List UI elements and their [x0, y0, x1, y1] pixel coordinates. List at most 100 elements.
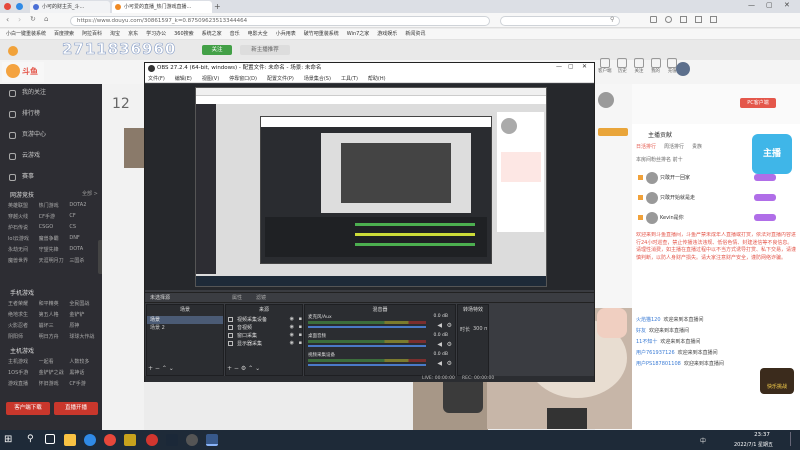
sidebar-category-link[interactable]: 三国杀 [69, 257, 100, 268]
extension-icon[interactable] [650, 16, 657, 23]
sidebar-category-link[interactable]: 全民国战 [69, 300, 100, 311]
bookmark-item[interactable]: 音乐 [230, 30, 240, 40]
source-item[interactable]: 窗口采集 ◉ ▪ [228, 332, 302, 340]
user-rank-row[interactable]: 只敢开始就是走 [636, 190, 796, 210]
scene-item[interactable]: 场景 [150, 316, 160, 323]
eye-icon[interactable]: ◉ [290, 324, 294, 330]
lock-icon[interactable]: ▪ [299, 340, 302, 346]
explorer-icon[interactable] [64, 434, 76, 446]
sidebar-item[interactable]: 页游中心 [0, 130, 102, 151]
sidebar-category-link[interactable]: 游戏直播 [8, 380, 39, 391]
history-icon[interactable] [695, 16, 702, 23]
sidebar-category-link[interactable]: 第五人格 [39, 311, 70, 322]
sidebar-item[interactable]: 云游戏 [0, 151, 102, 172]
sidebar-category-link[interactable]: CS [69, 224, 100, 235]
app-taskbar-icon[interactable] [206, 434, 218, 446]
sidebar-category-link[interactable]: DNF [69, 235, 100, 246]
sidebar-category-link[interactable]: 天涯明月刀 [39, 257, 70, 268]
obs-taskbar-icon[interactable] [186, 434, 198, 446]
scene-item[interactable]: 场景 2 [150, 324, 165, 331]
app-taskbar-icon[interactable] [146, 434, 158, 446]
header-nav-item[interactable]: 历史 [617, 58, 629, 80]
sidebar-category-link[interactable]: 崩坏三 [39, 322, 70, 333]
sidebar-category-link[interactable]: 一起看 [39, 358, 70, 369]
rank-tab[interactable]: 日活排行 [636, 143, 656, 150]
sidebar-category-link[interactable]: 原神 [69, 322, 100, 333]
filters-button[interactable]: 滤镜 [256, 294, 266, 301]
url-input[interactable]: https://www.douyu.com/30861597_k=0.87509… [70, 16, 490, 26]
sidebar-category-link[interactable]: 绝地求生 [8, 311, 39, 322]
eye-icon[interactable]: ◉ [290, 332, 294, 338]
show-desktop-button[interactable] [790, 432, 798, 446]
sidebar-item[interactable]: 我的关注 [0, 88, 102, 109]
mute-icon[interactable]: ◀ [437, 341, 442, 348]
header-nav-item[interactable]: 关注 [633, 58, 645, 80]
browser-taskbar-icon[interactable] [104, 434, 116, 446]
bookmark-item[interactable]: 360搜索 [174, 30, 194, 40]
source-item[interactable]: 音视频 ◉ ▪ [228, 324, 302, 332]
input-language[interactable]: 中 [700, 436, 706, 445]
obs-close-icon[interactable]: ✕ [582, 63, 587, 70]
sidebar-category-link[interactable]: CF手游 [69, 380, 100, 391]
minimize-icon[interactable]: — [748, 1, 755, 9]
pc-client-button[interactable]: PC客户端 [740, 98, 776, 108]
search-icon[interactable]: ⚲ [610, 16, 614, 23]
taskview-icon[interactable] [45, 434, 55, 444]
douyu-logo[interactable]: 斗鱼 [2, 62, 44, 82]
sidebar-category-link[interactable]: 金铲铲 [69, 311, 100, 322]
maximize-icon[interactable]: ▢ [766, 1, 773, 9]
source-item[interactable]: 显示器采集 ◉ ▪ [228, 340, 302, 348]
menu-icon[interactable] [710, 16, 717, 23]
sidebar-category-link[interactable]: lol云游戏 [8, 235, 39, 246]
sidebar-category-link[interactable]: 穿越火线 [8, 213, 39, 224]
scene-add-icon[interactable]: + − ⌃ ⌄ [148, 365, 174, 372]
eye-icon[interactable]: ◉ [290, 340, 294, 346]
sidebar-category-link[interactable]: 球球大作战 [69, 333, 100, 344]
obs-menu-item[interactable]: 文件(F) [148, 75, 165, 82]
bookmark-item[interactable]: 游戏娱乐 [377, 30, 397, 40]
user-rank-row[interactable]: Kevin是你 [636, 210, 796, 230]
sidebar-item[interactable]: 排行榜 [0, 109, 102, 130]
sidebar-category-link[interactable]: 和平精英 [39, 300, 70, 311]
sidebar-category-link[interactable]: 永劫无间 [8, 246, 39, 257]
volume-slider[interactable] [308, 326, 426, 328]
sidebar-category-link[interactable]: CSGO [39, 224, 70, 235]
header-nav-item[interactable]: 我的 [650, 58, 662, 80]
browser-tab-1[interactable]: 小可的财主页_斗... [30, 1, 110, 13]
lock-icon[interactable]: ▪ [299, 316, 302, 322]
bookmark-item[interactable]: Win7之家 [347, 30, 370, 40]
search-icon[interactable]: ⚲ [27, 434, 34, 444]
home-icon[interactable]: ⌂ [44, 15, 48, 23]
obs-menu-item[interactable]: 场景集合(S) [304, 75, 331, 82]
user-rank-row[interactable]: 只敢开一回家 [636, 170, 796, 190]
sidebar-category-link[interactable]: 金铲铲之战 [39, 369, 70, 380]
volume-slider[interactable] [308, 364, 426, 366]
bookmark-item[interactable]: 小兵用表 [276, 30, 296, 40]
chat-username[interactable]: 好友 [636, 328, 646, 334]
sidebar-category-link[interactable]: 阴阳师 [8, 333, 39, 344]
chat-username[interactable]: 用户PS187801108 [636, 361, 681, 367]
obs-maximize-icon[interactable]: ▢ [568, 63, 574, 70]
header-nav-item[interactable]: 客户端 [598, 58, 612, 80]
bookmark-item[interactable]: 百度搜索 [54, 30, 74, 40]
gear-icon[interactable]: ⚙ [447, 341, 452, 348]
chat-username[interactable]: 火焰猫120 [636, 317, 661, 323]
sidebar-category-link[interactable]: 人数较多 [69, 358, 100, 369]
windows-start-icon[interactable]: ⊞ [4, 434, 12, 446]
volume-slider[interactable] [308, 345, 426, 347]
gear-icon[interactable]: ⚙ [447, 360, 452, 367]
chat-username[interactable]: 用户761937126 [636, 350, 675, 356]
obs-menu-item[interactable]: 帮助(H) [368, 75, 386, 82]
close-icon[interactable]: ✕ [784, 1, 790, 9]
obs-menu-item[interactable]: 编辑(E) [175, 75, 192, 82]
user-avatar[interactable] [676, 62, 690, 76]
forward-icon[interactable]: › [18, 15, 21, 24]
mute-icon[interactable]: ◀ [437, 322, 442, 329]
client-download-button[interactable]: 客户端下载 [6, 402, 50, 415]
download-icon[interactable] [680, 16, 687, 23]
bookmark-item[interactable]: 学习办公 [146, 30, 166, 40]
properties-button[interactable]: 属性 [232, 294, 242, 301]
bookmark-item[interactable]: 淘宝 [110, 30, 120, 40]
steam-icon[interactable] [166, 434, 178, 446]
bookmark-item[interactable]: 系统之家 [202, 30, 222, 40]
